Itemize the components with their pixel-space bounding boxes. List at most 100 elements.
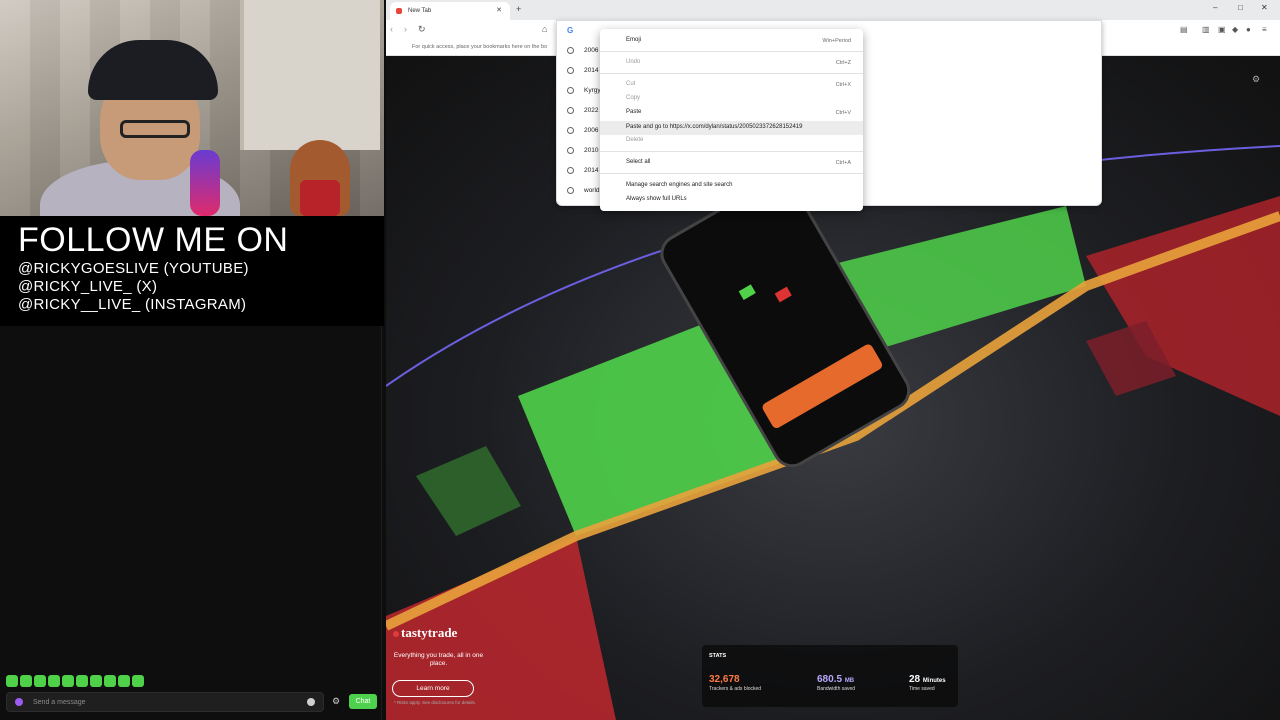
suggestion-item[interactable]: 2006 <box>567 47 598 54</box>
chat-send-button[interactable]: Chat <box>349 694 377 709</box>
stats-widget: STATS 32,678 Trackers & ads blocked 680.… <box>702 645 958 707</box>
streamer-glasses <box>120 120 190 138</box>
suggestion-item[interactable]: 2022 <box>567 107 598 114</box>
ad-tagline: Everything you trade, all in one place. <box>393 652 484 667</box>
emote-icon[interactable] <box>90 675 102 687</box>
shortcut-emoji: Win+Period <box>822 38 851 44</box>
reader-icon[interactable]: ▤ <box>1180 25 1188 34</box>
webcam-door <box>240 0 380 150</box>
plush-toy <box>290 140 350 216</box>
shortcut-undo: Ctrl+Z <box>835 60 851 66</box>
menu-item-paste[interactable]: Paste <box>626 109 641 115</box>
webcam-feed <box>0 0 384 216</box>
menu-item-emoji[interactable]: Emoji <box>626 37 641 43</box>
menu-separator <box>600 151 863 152</box>
menu-separator <box>600 73 863 74</box>
vpn-icon[interactable]: ● <box>1246 25 1251 34</box>
chat-input[interactable]: Send a message <box>6 692 324 712</box>
emote-icon[interactable] <box>118 675 130 687</box>
forward-icon[interactable]: › <box>404 24 407 34</box>
tab-new-tab[interactable]: New Tab ✕ <box>390 2 510 20</box>
brand-dot-icon <box>393 631 399 638</box>
stat-bandwidth-label: Bandwidth saved <box>817 686 856 692</box>
reload-icon[interactable]: ↻ <box>418 24 426 35</box>
suggestion-item[interactable]: 2014 <box>567 167 598 174</box>
chat-placeholder: Send a message <box>33 698 86 706</box>
follow-title: FOLLOW ME ON <box>18 221 289 259</box>
buy-card <box>416 446 521 536</box>
emote-icon[interactable] <box>104 675 116 687</box>
suggestion-item[interactable]: 2014 <box>567 67 598 74</box>
bookmark-hint: For quick access, place your bookmarks h… <box>412 44 548 50</box>
menu-item-undo[interactable]: Undo <box>626 59 640 65</box>
shield-icon[interactable]: ◆ <box>1232 25 1238 34</box>
menu-item-cut[interactable]: Cut <box>626 81 635 87</box>
emote-icon[interactable] <box>6 675 18 687</box>
tab-title: New Tab <box>408 8 432 14</box>
context-menu: Emoji Win+Period Undo Ctrl+Z Cut Ctrl+X … <box>600 29 863 211</box>
brand-logo: tastytrade <box>393 625 457 641</box>
back-icon[interactable]: ‹ <box>390 24 393 34</box>
emoji-icon[interactable] <box>307 698 315 706</box>
handle-instagram: @RICKY__LIVE_ (INSTAGRAM) <box>18 296 247 313</box>
brave-icon <box>396 8 402 14</box>
close-tab-icon[interactable]: ✕ <box>496 6 502 14</box>
emote-icon[interactable] <box>34 675 46 687</box>
emote-icon[interactable] <box>62 675 74 687</box>
suggestion-item[interactable]: Kyrgy <box>567 87 601 94</box>
ad-disclaimer: * Risks apply. See disclosures for detai… <box>394 700 476 705</box>
shortcut-paste: Ctrl+V <box>835 110 851 116</box>
history-icon <box>567 127 574 134</box>
shortcut-cut: Ctrl+X <box>835 82 851 88</box>
emote-icon[interactable] <box>48 675 60 687</box>
menu-item-delete[interactable]: Delete <box>626 137 643 143</box>
mic-icon[interactable] <box>15 698 23 706</box>
menu-separator <box>600 51 863 52</box>
history-icon <box>567 67 574 74</box>
chat-panel <box>0 326 382 720</box>
maximize-icon[interactable]: □ <box>1238 3 1243 12</box>
history-icon <box>567 187 574 194</box>
stat-time-value: 28 Minutes <box>909 674 946 685</box>
shortcut-select-all: Ctrl+A <box>835 160 851 166</box>
menu-item-copy[interactable]: Copy <box>626 95 640 101</box>
bookmark-icon[interactable]: ⌂ <box>542 24 547 34</box>
suggestion-item[interactable]: world <box>567 187 600 194</box>
sidebar-icon[interactable]: ▥ <box>1202 25 1210 34</box>
emote-icon[interactable] <box>20 675 32 687</box>
history-icon <box>567 87 574 94</box>
stat-time-label: Time saved <box>909 686 935 692</box>
stats-title: STATS <box>709 653 727 659</box>
tab-strip: New Tab ✕ + – □ ✕ <box>386 0 1280 20</box>
emote-icon[interactable] <box>132 675 144 687</box>
learn-more-button[interactable]: Learn more <box>392 680 474 697</box>
history-icon <box>567 167 574 174</box>
menu-icon[interactable]: ≡ <box>1262 25 1267 34</box>
handle-youtube: @RICKYGOESLIVE (YOUTUBE) <box>18 260 249 277</box>
menu-item-select-all[interactable]: Select all <box>626 159 650 165</box>
wallet-icon[interactable]: ▣ <box>1218 25 1226 34</box>
menu-item-paste-and-go[interactable]: Paste and go to https://x.com/dylan/stat… <box>626 124 802 130</box>
new-tab-icon[interactable]: + <box>516 4 521 14</box>
menu-separator <box>600 173 863 174</box>
close-window-icon[interactable]: ✕ <box>1261 3 1268 12</box>
stat-trackers-value: 32,678 <box>709 674 740 685</box>
history-icon <box>567 47 574 54</box>
minimize-icon[interactable]: – <box>1213 3 1217 12</box>
browser-window: New Tab ✕ + – □ ✕ ‹ › ↻ ⌂ ▤ ▥ ▣ ◆ ● ≡ Fo… <box>386 0 1280 720</box>
emote-icon[interactable] <box>76 675 88 687</box>
emote-row <box>6 675 144 687</box>
chat-settings-icon[interactable]: ⚙ <box>332 696 342 706</box>
page-settings-icon[interactable]: ⚙ <box>1252 74 1260 85</box>
suggestion-item[interactable]: 2010 <box>567 147 598 154</box>
menu-item-full-urls[interactable]: Always show full URLs <box>626 196 687 202</box>
streamer-cap <box>88 40 218 100</box>
google-icon: G <box>567 26 574 35</box>
handle-x: @RICKY_LIVE_ (X) <box>18 278 158 295</box>
menu-item-manage-search[interactable]: Manage search engines and site search <box>626 182 732 188</box>
suggestion-item[interactable]: 2006 <box>567 127 598 134</box>
stat-trackers-label: Trackers & ads blocked <box>709 686 762 692</box>
history-icon <box>567 147 574 154</box>
history-icon <box>567 107 574 114</box>
follow-overlay: FOLLOW ME ON @RICKYGOESLIVE (YOUTUBE) @R… <box>0 216 384 326</box>
